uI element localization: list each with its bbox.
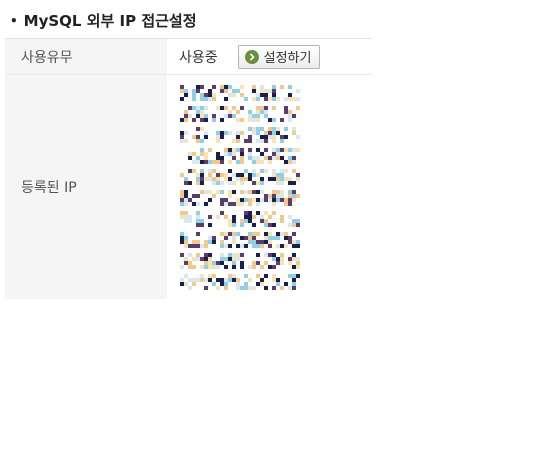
registered-ip-list <box>179 76 371 298</box>
registered-ip-item <box>180 127 300 143</box>
usage-label: 사용유무 <box>5 38 167 75</box>
mysql-ip-settings-table: 사용유무 사용중 설정하기 등록된 IP <box>5 38 372 299</box>
registered-ip-item <box>180 169 300 185</box>
registered-ip-item <box>180 106 300 122</box>
registered-ip-row: 등록된 IP <box>5 74 372 300</box>
arrow-right-circle-icon <box>244 49 259 64</box>
registered-ip-item <box>180 232 300 248</box>
registered-ip-item <box>180 211 300 227</box>
registered-ip-item <box>188 148 300 164</box>
registered-ip-item <box>180 253 300 269</box>
settings-button-label: 설정하기 <box>263 51 312 66</box>
usage-row: 사용유무 사용중 설정하기 <box>5 38 372 75</box>
settings-button[interactable]: 설정하기 <box>237 44 321 69</box>
registered-ip-item <box>180 85 300 101</box>
section-title-text: MySQL 외부 IP 접근설정 <box>23 12 197 30</box>
section-title: • MySQL 외부 IP 접근설정 <box>10 10 197 31</box>
usage-value-cell: 사용중 설정하기 <box>167 38 372 75</box>
registered-ip-item <box>180 190 300 206</box>
usage-status: 사용중 <box>179 49 218 66</box>
registered-ip-label: 등록된 IP <box>5 74 167 299</box>
registered-ip-cell <box>167 75 372 300</box>
registered-ip-item <box>180 274 300 290</box>
bullet-icon: • <box>10 13 18 28</box>
